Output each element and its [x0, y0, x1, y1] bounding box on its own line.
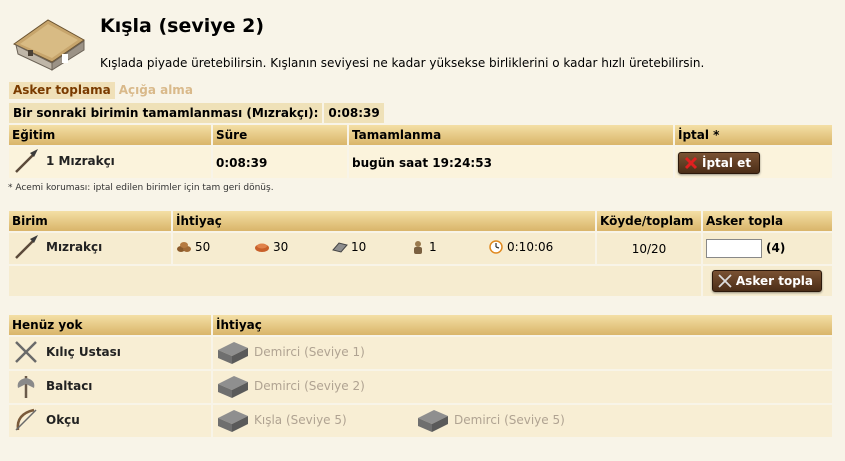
queue-unit-label: 1 Mızrakçı — [46, 154, 115, 168]
iron-icon — [332, 242, 348, 253]
col-duration: Süre — [213, 125, 347, 145]
recruit-time: 0:10:06 — [488, 240, 553, 254]
wood-cost: 50 — [176, 240, 254, 254]
col-training: Eğitim — [9, 125, 211, 145]
table-row: Mızrakçı 50 30 10 1 0:10:06 10/20 (4) — [9, 233, 832, 264]
queue-unit: 1 Mızrakçı — [12, 147, 115, 175]
population-icon — [414, 241, 422, 254]
smithy-building-icon — [418, 409, 448, 432]
max-recruit-link[interactable]: (4) — [766, 241, 785, 255]
unavailable-unit: Baltacı — [12, 372, 92, 400]
clay-cost: 30 — [254, 240, 332, 254]
iron-cost: 10 — [332, 240, 410, 254]
smithy-building-icon — [218, 375, 248, 398]
recruit-amount-input[interactable] — [706, 239, 762, 258]
refund-note: * Acemi koruması: iptal edilen birimler … — [8, 183, 274, 193]
unavailable-unit: Kılıç Ustası — [12, 338, 121, 366]
barracks-building-icon — [218, 409, 248, 432]
requirement-building: Demirci (Seviye 5) — [416, 406, 565, 434]
unavailable-units-table: Henüz yok İhtiyaç Kılıç Ustası Demirci (… — [7, 313, 834, 439]
col-not-yet: Henüz yok — [9, 315, 211, 335]
table-row: Okçu Kışla (Seviye 5) Demirci (Seviye 5) — [9, 405, 832, 437]
page-description: Kışlada piyade üretebilirsin. Kışlanın s… — [100, 56, 705, 70]
page-title: Kışla (seviye 2) — [100, 15, 265, 37]
village-total: 10/20 — [597, 233, 701, 264]
col-completion: Tamamlanma — [349, 125, 673, 145]
smithy-building-icon — [218, 341, 248, 364]
col-unit: Birim — [9, 211, 171, 231]
table-row: Asker topla — [9, 266, 832, 296]
requirement-building: Demirci (Seviye 1) — [216, 338, 365, 366]
tab-bar: Asker toplama Açığa alma — [9, 82, 197, 100]
next-unit-time: 0:08:39 — [324, 103, 384, 123]
unit-link[interactable]: Okçu — [46, 413, 80, 427]
training-queue-table: Eğitim Süre Tamamlanma İptal * 1 Mızrakç… — [7, 123, 834, 180]
table-row: Kılıç Ustası Demirci (Seviye 1) — [9, 337, 832, 369]
spear-icon — [15, 149, 38, 173]
page-header: Kışla (seviye 2) Kışlada piyade üretebil… — [0, 0, 845, 80]
tab-recruit[interactable]: Asker toplama — [9, 82, 115, 99]
queue-duration: 0:08:39 — [213, 147, 347, 178]
col-recruit: Asker topla — [703, 211, 832, 231]
queue-completion: bugün saat 19:24:53 — [349, 147, 673, 178]
recruit-button[interactable]: Asker topla — [711, 270, 822, 292]
archer-icon — [15, 408, 37, 431]
col-village-total: Köyde/toplam — [597, 211, 701, 231]
swordsman-icon — [15, 340, 37, 363]
population-cost: 1 — [410, 240, 488, 254]
requirement-building: Demirci (Seviye 2) — [216, 372, 365, 400]
unavailable-unit: Okçu — [12, 406, 80, 434]
recruit-table: Birim İhtiyaç Köyde/toplam Asker topla M… — [7, 209, 834, 298]
recruit-unit-link[interactable]: Mızrakçı — [46, 240, 102, 254]
unit-link[interactable]: Kılıç Ustası — [46, 345, 121, 359]
recruit-button-label: Asker topla — [735, 274, 813, 288]
requirement-building: Kışla (Seviye 5) — [216, 406, 416, 434]
unit-link[interactable]: Baltacı — [46, 379, 92, 393]
col-requirement: İhtiyaç — [173, 211, 595, 231]
clay-icon — [255, 243, 269, 252]
axe-icon — [17, 375, 35, 398]
wood-icon — [177, 242, 191, 252]
recruit-unit: Mızrakçı — [12, 233, 102, 261]
tab-dismiss[interactable]: Açığa alma — [115, 82, 197, 99]
crossed-swords-icon — [718, 274, 732, 288]
clock-icon — [489, 240, 503, 254]
col-unavailable-requirement: İhtiyaç — [213, 315, 832, 335]
cancel-button-label: İptal et — [702, 155, 752, 170]
table-row: 1 Mızrakçı 0:08:39 bugün saat 19:24:53 İ… — [9, 147, 832, 178]
next-unit-bar: Bir sonraki birimin tamamlanması (Mızrak… — [9, 103, 384, 125]
spear-icon — [15, 235, 38, 259]
cancel-button[interactable]: İptal et — [678, 151, 761, 174]
col-cancel: İptal * — [675, 125, 832, 145]
red-x-icon — [684, 156, 698, 169]
barracks-building-icon — [13, 19, 85, 71]
table-row: Baltacı Demirci (Seviye 2) — [9, 371, 832, 403]
next-unit-label: Bir sonraki birimin tamamlanması (Mızrak… — [9, 103, 323, 123]
